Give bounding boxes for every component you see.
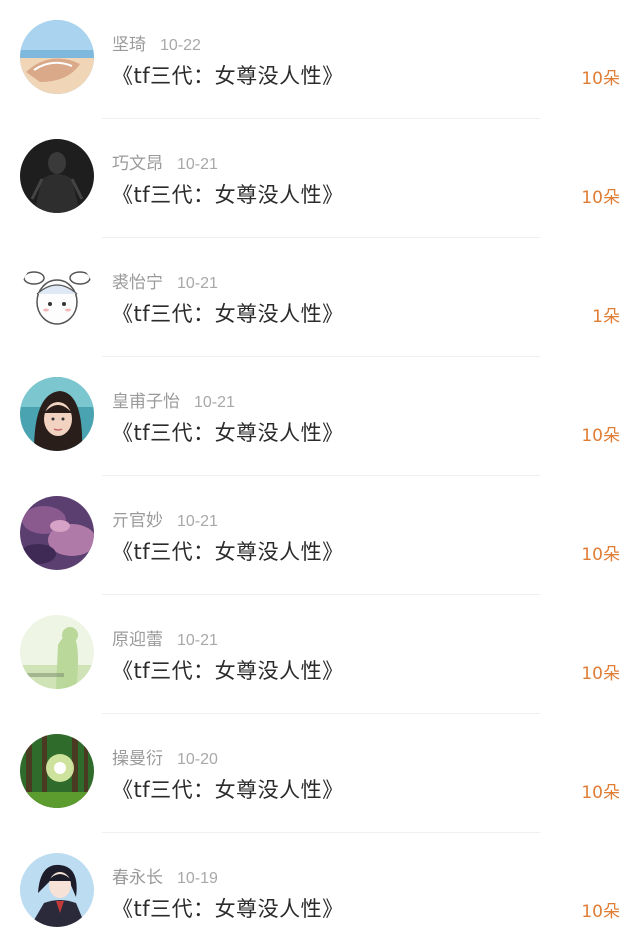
work-title[interactable]: 《tf三代：女尊没人性》 xyxy=(112,60,344,90)
item-meta: 巧文昂 10-21 xyxy=(112,149,218,174)
list-item[interactable]: 操曼衍 10-20 《tf三代：女尊没人性》 10朵 xyxy=(0,714,640,833)
avatar[interactable] xyxy=(20,377,94,451)
work-title[interactable]: 《tf三代：女尊没人性》 xyxy=(112,536,344,566)
flower-count: 10朵 xyxy=(581,783,620,803)
user-name[interactable]: 坚琦 xyxy=(112,35,146,55)
item-date: 10-21 xyxy=(194,394,235,411)
avatar[interactable] xyxy=(20,258,94,332)
item-date: 10-21 xyxy=(177,513,218,530)
item-date: 10-19 xyxy=(177,870,218,887)
user-name[interactable]: 春永长 xyxy=(112,868,163,888)
work-title[interactable]: 《tf三代：女尊没人性》 xyxy=(112,417,344,447)
item-meta: 春永长 10-19 xyxy=(112,863,218,888)
list-item[interactable]: 巧文昂 10-21 《tf三代：女尊没人性》 10朵 xyxy=(0,119,640,238)
item-meta: 原迎蕾 10-21 xyxy=(112,625,218,650)
item-date: 10-21 xyxy=(177,156,218,173)
item-date: 10-22 xyxy=(160,37,201,54)
user-name[interactable]: 皇甫子怡 xyxy=(112,392,180,412)
work-title[interactable]: 《tf三代：女尊没人性》 xyxy=(112,179,344,209)
item-meta: 操曼衍 10-20 xyxy=(112,744,218,769)
list-item[interactable]: 皇甫子怡 10-21 《tf三代：女尊没人性》 10朵 xyxy=(0,357,640,476)
work-title[interactable]: 《tf三代：女尊没人性》 xyxy=(112,298,344,328)
flower-count: 10朵 xyxy=(581,902,620,922)
list-item[interactable]: 亓官妙 10-21 《tf三代：女尊没人性》 10朵 xyxy=(0,476,640,595)
item-date: 10-21 xyxy=(177,632,218,649)
user-name[interactable]: 裘怡宁 xyxy=(112,273,163,293)
item-meta: 裘怡宁 10-21 xyxy=(112,268,218,293)
item-meta: 坚琦 10-22 xyxy=(112,30,201,55)
flower-count: 10朵 xyxy=(581,664,620,684)
flower-count: 10朵 xyxy=(581,69,620,89)
flower-count: 10朵 xyxy=(581,426,620,446)
user-name[interactable]: 原迎蕾 xyxy=(112,630,163,650)
item-meta: 亓官妙 10-21 xyxy=(112,506,218,531)
avatar[interactable] xyxy=(20,853,94,927)
gift-record-list: 坚琦 10-22 《tf三代：女尊没人性》 10朵 巧文昂 10-21 《tf三代：… xyxy=(0,0,640,932)
item-date: 10-21 xyxy=(177,275,218,292)
avatar[interactable] xyxy=(20,20,94,94)
work-title[interactable]: 《tf三代：女尊没人性》 xyxy=(112,893,344,923)
work-title[interactable]: 《tf三代：女尊没人性》 xyxy=(112,655,344,685)
avatar[interactable] xyxy=(20,139,94,213)
flower-count: 10朵 xyxy=(581,188,620,208)
avatar[interactable] xyxy=(20,615,94,689)
user-name[interactable]: 操曼衍 xyxy=(112,749,163,769)
list-item[interactable]: 原迎蕾 10-21 《tf三代：女尊没人性》 10朵 xyxy=(0,595,640,714)
item-date: 10-20 xyxy=(177,751,218,768)
item-meta: 皇甫子怡 10-21 xyxy=(112,387,235,412)
list-item[interactable]: 春永长 10-19 《tf三代：女尊没人性》 10朵 xyxy=(0,833,640,932)
list-item[interactable]: 裘怡宁 10-21 《tf三代：女尊没人性》 1朵 xyxy=(0,238,640,357)
user-name[interactable]: 亓官妙 xyxy=(112,511,163,531)
user-name[interactable]: 巧文昂 xyxy=(112,154,163,174)
flower-count: 1朵 xyxy=(592,307,620,327)
work-title[interactable]: 《tf三代：女尊没人性》 xyxy=(112,774,344,804)
avatar[interactable] xyxy=(20,496,94,570)
avatar[interactable] xyxy=(20,734,94,808)
flower-count: 10朵 xyxy=(581,545,620,565)
list-item[interactable]: 坚琦 10-22 《tf三代：女尊没人性》 10朵 xyxy=(0,0,640,119)
